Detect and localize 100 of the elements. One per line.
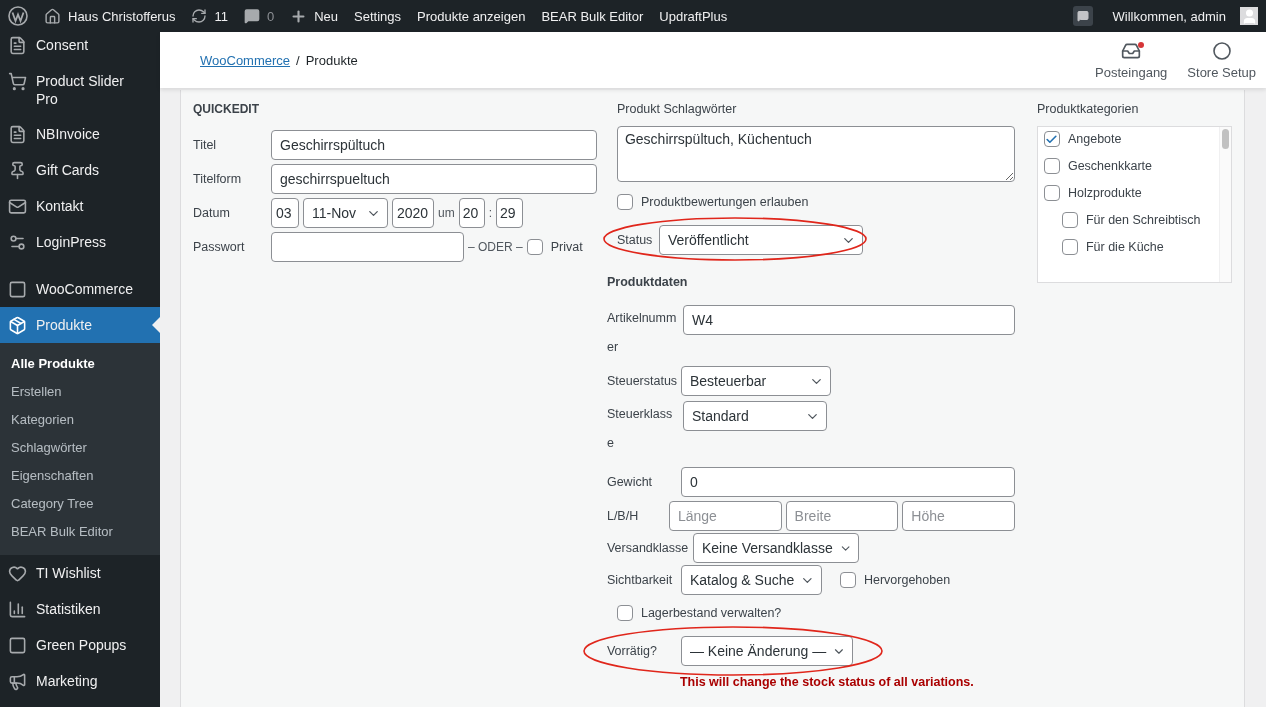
menu-item[interactable]: TI Wishlist bbox=[0, 555, 160, 591]
menu-item[interactable]: Consent bbox=[0, 32, 160, 63]
field-label: Sichtbarkeit bbox=[606, 573, 674, 587]
field-label: Artikelnummer bbox=[606, 310, 678, 356]
shipping-class-select[interactable]: Keine Versandklasse bbox=[692, 533, 859, 563]
heart-icon bbox=[8, 564, 27, 583]
minute-input[interactable]: 29 bbox=[496, 198, 523, 228]
field-label: Titel bbox=[193, 138, 218, 152]
section-heading: QUICKEDIT bbox=[193, 102, 260, 116]
comments-count[interactable]: 0 bbox=[266, 8, 275, 24]
new-link[interactable]: Neu bbox=[314, 8, 338, 24]
breadcrumb-current: Produkte bbox=[305, 52, 358, 68]
checkbox-label: Produktbewertungen erlauben bbox=[640, 195, 809, 209]
bar-chart-icon bbox=[8, 600, 27, 619]
private-checkbox[interactable] bbox=[526, 239, 543, 255]
toolbar-link[interactable]: Settings bbox=[354, 8, 401, 24]
box-icon bbox=[8, 316, 27, 335]
document-icon bbox=[8, 36, 27, 55]
menu-item[interactable]: WooCommerce bbox=[0, 271, 160, 307]
featured-checkbox[interactable] bbox=[839, 572, 856, 588]
dimension-input[interactable]: Höhe bbox=[902, 501, 1015, 531]
toolbar-link[interactable]: Produkte anzeigen bbox=[417, 8, 526, 24]
field-label: Steuerklasse bbox=[606, 406, 674, 452]
category-checkbox[interactable] bbox=[1043, 131, 1060, 147]
submenu-item[interactable]: Erstellen bbox=[0, 378, 160, 406]
day-input[interactable]: 03 bbox=[271, 198, 299, 228]
section-heading: Produktdaten bbox=[606, 275, 689, 289]
notification-icon[interactable] bbox=[1072, 6, 1093, 26]
mail-icon bbox=[8, 197, 27, 216]
category-checkbox[interactable] bbox=[1061, 212, 1078, 228]
category-list[interactable]: Angebote Geschenkkarte Holzprodukte Für den Schreibtisch Für die Küche bbox=[1036, 126, 1232, 283]
home-icon bbox=[44, 7, 61, 25]
month-select[interactable]: 11-Nov bbox=[303, 198, 388, 228]
site-name-link[interactable]: Haus Christofferus bbox=[68, 8, 176, 24]
header-action[interactable]: Posteingang bbox=[1085, 32, 1178, 88]
breadcrumb-link[interactable]: WooCommerce bbox=[200, 52, 291, 68]
at-label: um bbox=[438, 206, 455, 220]
category-checkbox[interactable] bbox=[1043, 158, 1060, 174]
stock-status-select[interactable]: — Keine Änderung — bbox=[680, 636, 853, 666]
pin-icon bbox=[8, 161, 27, 180]
dimension-input[interactable]: Länge bbox=[668, 501, 782, 531]
or-text: – ODER – bbox=[468, 240, 523, 254]
field-label: Vorrätig? bbox=[606, 644, 658, 658]
visibility-select[interactable]: Katalog & Suche bbox=[680, 565, 822, 595]
tax-status-select[interactable]: Besteuerbar bbox=[680, 366, 831, 396]
field-label: Versandklasse bbox=[606, 541, 689, 555]
cart-icon bbox=[8, 72, 27, 91]
checkbox-label: Hervorgehoben bbox=[863, 573, 951, 587]
reviews-checkbox[interactable] bbox=[616, 194, 633, 210]
toolbar-link[interactable]: BEAR Bulk Editor bbox=[541, 8, 644, 24]
submenu-item[interactable]: Alle Produkte bbox=[0, 350, 160, 378]
time-separator: : bbox=[488, 206, 492, 220]
tags-textarea[interactable]: Geschirrspültuch, Küchentuch bbox=[616, 126, 1015, 182]
menu-item[interactable]: NBInvoice bbox=[0, 116, 160, 152]
menu-item[interactable]: Kontakt bbox=[0, 188, 160, 224]
field-label: L/B/H bbox=[606, 509, 640, 523]
submenu-item[interactable]: Kategorien bbox=[0, 406, 160, 434]
checkbox-label: Privat bbox=[550, 240, 583, 254]
refresh-icon bbox=[191, 8, 208, 24]
field-label: Steuerstatus bbox=[606, 374, 677, 388]
greeting-link[interactable]: Willkommen, admin bbox=[1112, 8, 1226, 24]
square-icon bbox=[8, 280, 27, 299]
updates-count[interactable]: 11 bbox=[214, 8, 228, 24]
category-label: Angebote bbox=[1067, 132, 1122, 146]
menu-item[interactable]: LoginPress bbox=[0, 224, 160, 260]
year-input[interactable]: 2020 bbox=[392, 198, 434, 228]
weight-input[interactable]: 0 bbox=[680, 467, 1015, 497]
title-input[interactable]: Geschirrspültuch bbox=[271, 130, 597, 160]
menu-item[interactable]: Gift Cards bbox=[0, 152, 160, 188]
category-label: Für den Schreibtisch bbox=[1085, 213, 1201, 227]
menu-item[interactable]: Marketing bbox=[0, 663, 160, 699]
tax-class-select[interactable]: Standard bbox=[682, 401, 827, 431]
checkbox-label: Lagerbestand verwalten? bbox=[640, 606, 782, 620]
square-icon bbox=[8, 636, 27, 655]
manage-stock-checkbox[interactable] bbox=[616, 605, 633, 621]
toolbar-link[interactable]: UpdraftPlus bbox=[659, 8, 728, 24]
field-label: Gewicht bbox=[606, 475, 654, 489]
field-label: Datum bbox=[193, 206, 231, 220]
hour-input[interactable]: 20 bbox=[458, 198, 485, 228]
submenu-item[interactable]: Eigenschaften bbox=[0, 462, 160, 490]
megaphone-icon bbox=[8, 672, 27, 691]
header-action[interactable]: Store Setup bbox=[1177, 32, 1266, 88]
submenu-item[interactable]: Schlagwörter bbox=[0, 434, 160, 462]
submenu-item[interactable]: BEAR Bulk Editor bbox=[0, 518, 160, 546]
category-label: Holzprodukte bbox=[1067, 186, 1142, 200]
password-input[interactable] bbox=[271, 232, 464, 262]
status-select[interactable]: Veröffentlicht bbox=[658, 225, 863, 255]
slug-input[interactable]: geschirrspueltuch bbox=[271, 164, 597, 194]
category-checkbox[interactable] bbox=[1061, 239, 1078, 255]
menu-item[interactable]: Statistiken bbox=[0, 591, 160, 627]
category-checkbox[interactable] bbox=[1043, 185, 1060, 201]
sku-input[interactable]: W4 bbox=[682, 305, 1015, 335]
menu-item[interactable]: Produkte bbox=[0, 307, 160, 343]
category-label: Für die Küche bbox=[1085, 240, 1164, 254]
menu-item[interactable]: Product Slider Pro bbox=[0, 63, 160, 116]
logo-icon[interactable] bbox=[8, 6, 28, 26]
menu-item[interactable]: Green Popups bbox=[0, 627, 160, 663]
dimension-input[interactable]: Breite bbox=[785, 501, 899, 531]
submenu-item[interactable]: Category Tree bbox=[0, 490, 160, 518]
warning-text: This will change the stock status of all variations. bbox=[679, 675, 975, 689]
